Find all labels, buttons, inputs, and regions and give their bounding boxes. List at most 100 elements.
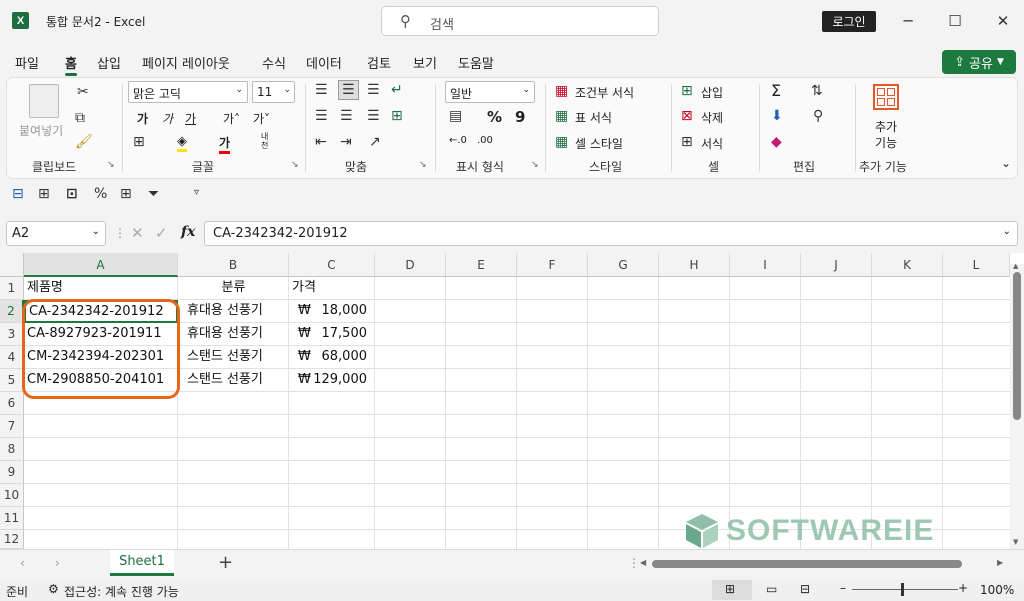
page-break-icon[interactable]: ⊟ [800, 582, 810, 596]
insert-cells-button[interactable]: 삽입 [701, 84, 723, 101]
zoom-slider[interactable] [852, 589, 958, 590]
orientation-icon[interactable]: ↗ [369, 134, 381, 150]
add-sheet-icon[interactable]: + [218, 552, 233, 573]
tab-help[interactable]: 도움말 [458, 53, 494, 72]
insert-cells-icon[interactable]: ⊞ [681, 83, 693, 99]
close-icon[interactable]: ✕ [988, 8, 1018, 34]
row-header-8[interactable]: 8 [0, 438, 24, 461]
name-box[interactable]: A2 ⌄ [6, 221, 106, 246]
header-cell-product[interactable]: 제품명 [24, 277, 178, 300]
find-select-icon[interactable]: ⚲ [813, 108, 823, 124]
thick-border-icon[interactable]: ⊡ [66, 186, 78, 202]
tab-data[interactable]: 데이터 [306, 53, 342, 72]
add-ins-icon[interactable] [873, 84, 899, 110]
format-table-button[interactable]: 표 서식 [575, 109, 612, 126]
grid-icon[interactable]: ⊞ [120, 186, 132, 202]
all-borders-icon[interactable]: ⊞ [38, 186, 50, 202]
login-button[interactable]: 로그인 [822, 11, 876, 32]
align-middle-icon[interactable]: ☰ [338, 80, 359, 100]
sort-filter-icon[interactable]: ⇅ [811, 83, 823, 99]
tab-page-layout[interactable]: 페이지 레이아웃 [142, 53, 230, 72]
next-sheet-icon[interactable]: › [55, 556, 60, 570]
scroll-right-icon[interactable]: ▶ [997, 558, 1003, 567]
column-header-j[interactable]: J [801, 253, 872, 277]
decrease-indent-icon[interactable]: ⇤ [315, 134, 327, 150]
cell-a3[interactable]: CA-8927923-201911 [24, 323, 178, 346]
row-header-4[interactable]: 4 [0, 346, 24, 369]
column-header-c[interactable]: C [289, 253, 375, 277]
format-painter-icon[interactable]: 🖌 [75, 134, 93, 150]
underline-icon[interactable]: 가 [185, 110, 196, 127]
select-all-corner[interactable] [0, 253, 24, 277]
bold-icon[interactable]: 가 [137, 110, 148, 127]
font-size-select[interactable]: 11 ⌄ [252, 81, 295, 103]
header-cell-category[interactable]: 분류 [178, 277, 289, 300]
vertical-scrollbar[interactable]: ▲ ▼ [1010, 262, 1024, 549]
share-button[interactable]: ⇪ 공유 ▼ [942, 50, 1016, 74]
row-header-1[interactable]: 1 [0, 277, 24, 300]
paste-icon[interactable] [29, 84, 59, 118]
conditional-format-icon[interactable]: ▦ [555, 83, 568, 99]
format-cells-button[interactable]: 서식 [701, 135, 723, 152]
enter-icon[interactable]: ✓ [155, 224, 168, 242]
accessibility-status[interactable]: 접근성: 계속 진행 가능 [64, 583, 179, 600]
align-right-icon[interactable]: ☰ [367, 108, 380, 124]
percent-icon[interactable]: % [487, 108, 502, 126]
merge-center-icon[interactable]: ⊞ [391, 108, 403, 124]
font-color-icon[interactable]: 가 [219, 134, 231, 154]
minimize-icon[interactable]: ─ [893, 8, 923, 34]
italic-icon[interactable]: 가 [162, 110, 173, 127]
row-header-3[interactable]: 3 [0, 323, 24, 346]
border-icon[interactable]: ⊞ [133, 134, 145, 150]
worksheet-grid[interactable]: A B C D E F G H I J K L 1 2 3 4 5 6 7 8 … [0, 253, 1024, 549]
search-box[interactable]: ⚲ 검색 [381, 6, 659, 36]
row-header-5[interactable]: 5 [0, 369, 24, 392]
dialog-launcher-icon[interactable]: ↘ [531, 160, 539, 170]
column-header-b[interactable]: B [178, 253, 289, 277]
maximize-icon[interactable]: ☐ [940, 8, 970, 34]
page-layout-icon[interactable]: ▭ [766, 582, 777, 596]
fill-color-icon[interactable]: ◈ [177, 134, 187, 152]
dialog-launcher-icon[interactable]: ↘ [107, 160, 115, 170]
formula-input[interactable]: CA-2342342-201912 ⌄ [204, 221, 1018, 246]
table-icon[interactable]: ⊟ [12, 186, 24, 202]
column-header-f[interactable]: F [517, 253, 588, 277]
cell-c4[interactable]: ₩ 68,000 [289, 346, 375, 369]
increase-font-icon[interactable]: 가˄ [223, 110, 240, 127]
accounting-format-icon[interactable]: ▤ [449, 108, 462, 124]
copy-icon[interactable]: ⧉ [75, 110, 85, 126]
scroll-up-icon[interactable]: ▲ [1013, 262, 1018, 270]
cell-styles-button[interactable]: 셀 스타일 [575, 135, 623, 152]
cell-b5[interactable]: 스탠드 선풍기 [178, 369, 289, 392]
vertical-scroll-thumb[interactable] [1013, 272, 1021, 420]
column-header-l[interactable]: L [943, 253, 1010, 277]
row-header-7[interactable]: 7 [0, 415, 24, 438]
tab-file[interactable]: 파일 [15, 53, 39, 72]
column-header-k[interactable]: K [872, 253, 943, 277]
chevron-down-icon[interactable]: ⌄ [1001, 156, 1011, 170]
decrease-decimal-icon[interactable]: .00 [477, 135, 493, 146]
row-header-2[interactable]: 2 [0, 300, 24, 323]
row-header-12[interactable]: 12 [0, 530, 24, 549]
column-header-g[interactable]: G [588, 253, 659, 277]
horizontal-scroll-thumb[interactable] [652, 560, 962, 568]
fill-icon[interactable]: ⬇ [771, 108, 783, 124]
cell-c2[interactable]: ₩ 18,000 [289, 300, 375, 323]
prev-sheet-icon[interactable]: ‹ [20, 556, 25, 570]
scroll-down-icon[interactable]: ▼ [1013, 538, 1018, 546]
cell-a4[interactable]: CM-2342394-202301 [24, 346, 178, 369]
wrap-text-icon[interactable]: ↵ [391, 82, 403, 98]
align-left-icon[interactable]: ☰ [315, 108, 328, 124]
row-header-10[interactable]: 10 [0, 484, 24, 507]
cell-b4[interactable]: 스탠드 선풍기 [178, 346, 289, 369]
cell-a5[interactable]: CM-2908850-204101 [24, 369, 178, 392]
format-cells-icon[interactable]: ⊞ [681, 134, 693, 150]
decrease-font-icon[interactable]: 가˅ [253, 110, 270, 127]
header-cell-price[interactable]: 가격 [289, 277, 375, 300]
delete-cells-icon[interactable]: ⊠ [681, 108, 693, 124]
cancel-icon[interactable]: ✕ [131, 224, 144, 242]
insert-function-icon[interactable]: fx [181, 224, 195, 240]
clear-icon[interactable]: ◆ [771, 134, 782, 150]
column-header-h[interactable]: H [659, 253, 730, 277]
customize-qat-icon[interactable]: ▿ [194, 187, 199, 198]
